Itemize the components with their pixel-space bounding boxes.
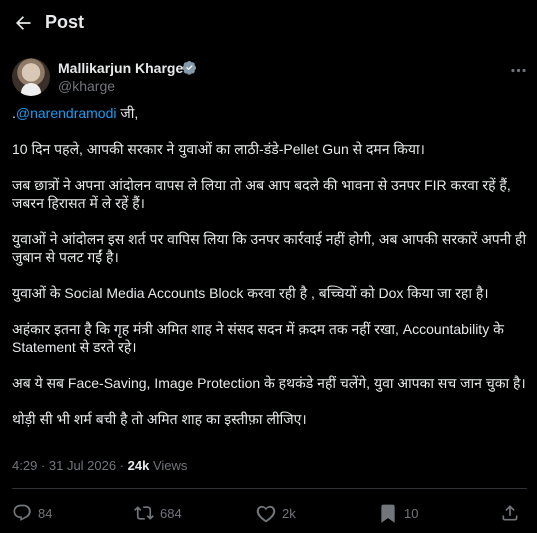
like-count: 2k [282, 505, 296, 521]
repost-button[interactable]: 684 [134, 503, 182, 523]
views-count: 24k [127, 458, 150, 473]
reply-count: 84 [38, 505, 53, 521]
tweet-paragraph: थोड़ी सी भी शर्म बची है तो अमित शाह का इ… [12, 411, 307, 427]
meta-separator: · [116, 458, 128, 473]
verified-badge-icon [182, 60, 197, 75]
arrow-left-icon [16, 16, 31, 30]
more-options-button[interactable] [506, 58, 530, 82]
author-row: Mallikarjun Kharge @kharge [12, 56, 527, 100]
tweet-meta: 4:29 · 31 Jul 2026 · 24k Views [12, 458, 187, 473]
bookmark-icon [381, 504, 395, 523]
back-button[interactable] [10, 10, 36, 36]
views-label: Views [149, 458, 188, 473]
bookmark-count: 10 [404, 505, 419, 521]
reply-icon [13, 504, 31, 521]
tweet-paragraph: अब ये सब Face-Saving, Image Protection क… [12, 375, 526, 391]
avatar[interactable] [12, 58, 50, 96]
tweet-paragraph: अहंकार इतना है कि गृह मंत्री अमित शाह ने… [12, 321, 504, 355]
author-name[interactable]: Mallikarjun Kharge [58, 60, 183, 76]
meta-separator: · [37, 458, 49, 473]
top-bar: Post [0, 0, 537, 46]
share-icon [502, 505, 518, 521]
tweet-date[interactable]: 31 Jul 2026 [49, 458, 116, 473]
tweet-text: .@narendramodi जी, 10 दिन पहले, आपकी सरक… [12, 104, 527, 446]
tweet-time[interactable]: 4:29 [12, 458, 37, 473]
page-title: Post [45, 12, 85, 32]
tweet-paragraph: 10 दिन पहले, आपकी सरकार ने युवाओं का लाठ… [12, 141, 425, 157]
action-bar: 84 684 2k 10 [12, 503, 527, 527]
repost-count: 684 [160, 505, 182, 521]
heart-icon [256, 505, 276, 523]
repost-icon [134, 506, 154, 520]
like-button[interactable]: 2k [256, 503, 296, 523]
reply-button[interactable]: 84 [12, 503, 52, 523]
more-horizontal-icon [510, 68, 526, 72]
tweet-paragraph: युवाओं के Social Media Accounts Block कर… [12, 285, 489, 301]
mention-link[interactable]: @narendramodi [16, 105, 117, 121]
tweet-paragraph: युवाओं ने आंदोलन इस शर्त पर वापिस लिया क… [12, 231, 527, 265]
tweet-paragraph: जब छात्रों ने अपना आंदोलन वापस ले लिया त… [12, 177, 511, 211]
author-handle[interactable]: @kharge [58, 78, 115, 94]
divider [12, 488, 527, 489]
mention-suffix: जी, [116, 105, 139, 121]
share-button[interactable] [500, 503, 526, 523]
bookmark-button[interactable]: 10 [378, 503, 418, 523]
tweet-greeting: .@narendramodi जी, [12, 104, 527, 122]
